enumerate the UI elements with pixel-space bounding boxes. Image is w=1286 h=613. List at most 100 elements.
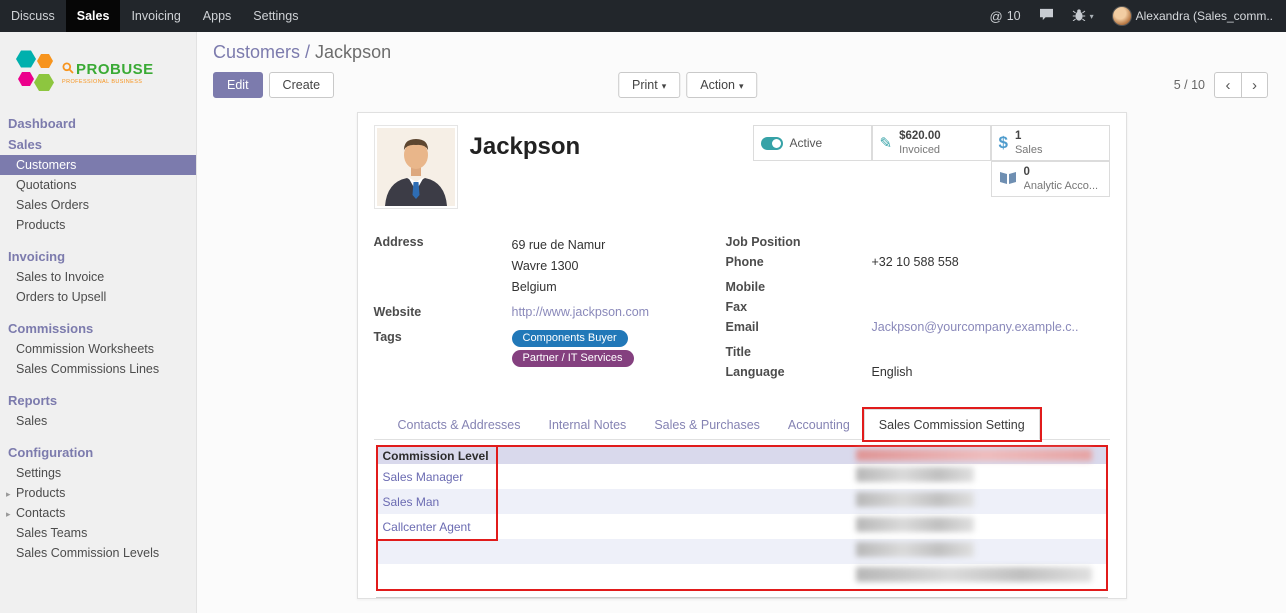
language-label: Language [726, 365, 872, 382]
sidebar-section-invoicing[interactable]: Invoicing [0, 246, 196, 267]
sidebar-item-commission-worksheets[interactable]: Commission Worksheets [0, 339, 196, 359]
form-header: Jackpson Active ✎ $620.00 Invoiced [374, 125, 1110, 209]
email-label: Email [726, 320, 872, 337]
action-label: Action [700, 78, 735, 92]
redacted-value-blur [856, 467, 974, 482]
sidebar-section-reports[interactable]: Reports [0, 390, 196, 411]
sales-stat-button[interactable]: $ 1 Sales [991, 125, 1110, 161]
sidebar-item-dashboard[interactable]: Dashboard [0, 113, 196, 134]
table-row-empty[interactable] [378, 539, 1106, 564]
address-value[interactable]: 69 rue de Namur Wavre 1300 Belgium [512, 235, 606, 297]
action-dropdown-button[interactable]: Action ▾ [686, 72, 757, 98]
analytic-count: 0 [1024, 165, 1099, 179]
website-link[interactable]: http://www.jackpson.com [512, 305, 650, 322]
chevron-right-icon: ▸ [6, 509, 16, 520]
fax-label: Fax [726, 300, 872, 317]
language-value[interactable]: English [872, 365, 913, 382]
pager-next-button[interactable]: › [1241, 72, 1268, 98]
menu-apps[interactable]: Apps [192, 0, 243, 32]
menu-sales[interactable]: Sales [66, 0, 121, 32]
tag-components-buyer[interactable]: Components Buyer [512, 330, 628, 347]
table-row-sales-manager[interactable]: Sales Manager [378, 464, 1106, 489]
notebook-tabs: Contacts & Addresses Internal Notes Sale… [374, 409, 1110, 440]
breadcrumb-separator: / [305, 42, 310, 62]
user-avatar [1112, 6, 1132, 26]
sidebar-item-customers[interactable]: Customers [0, 155, 196, 175]
print-dropdown-button[interactable]: Print▾ [618, 72, 680, 98]
invoiced-stat-button[interactable]: ✎ $620.00 Invoiced [872, 125, 991, 161]
table-row-callcenter-agent[interactable]: Callcenter Agent [378, 514, 1106, 539]
tab-sales-purchases[interactable]: Sales & Purchases [640, 410, 774, 439]
sidebar-item-orders-to-upsell[interactable]: Orders to Upsell [0, 287, 196, 307]
logo-hexagons-icon [14, 46, 56, 99]
title-label: Title [726, 345, 872, 362]
pager: ‹ › [1214, 72, 1268, 98]
sidebar-item-reports-sales[interactable]: Sales [0, 411, 196, 431]
messages-menu[interactable] [1030, 0, 1063, 32]
stat-buttons: Active ✎ $620.00 Invoiced $ 1 Sales [753, 125, 1110, 197]
tab-sales-commission-setting[interactable]: Sales Commission Setting [864, 409, 1040, 440]
menu-discuss[interactable]: Discuss [0, 0, 66, 32]
sidebar-item-label: Contacts [16, 506, 65, 520]
create-button[interactable]: Create [269, 72, 335, 98]
analytic-accounts-stat-button[interactable]: 0 Analytic Acco... [991, 161, 1110, 197]
user-menu[interactable]: Alexandra (Sales_comm.. [1103, 0, 1282, 32]
table-row-sales-man[interactable]: Sales Man [378, 489, 1106, 514]
active-stat-button[interactable]: Active [753, 125, 872, 161]
tab-accounting[interactable]: Accounting [774, 410, 864, 439]
column-header-commission-level[interactable]: Commission Level [378, 447, 856, 464]
customer-name: Jackpson [470, 133, 581, 161]
form-fields: Address 69 rue de Namur Wavre 1300 Belgi… [374, 235, 1110, 385]
customer-photo[interactable] [374, 125, 458, 209]
dollar-icon: $ [999, 133, 1008, 153]
sidebar-item-config-settings[interactable]: Settings [0, 463, 196, 483]
address-street: 69 rue de Namur [512, 238, 606, 252]
redacted-value-blur [856, 542, 974, 557]
sidebar-item-quotations[interactable]: Quotations [0, 175, 196, 195]
sidebar-section-commissions[interactable]: Commissions [0, 318, 196, 339]
probuse-logo[interactable]: PROBUSE PROFESSIONAL BUSINESS [0, 42, 196, 113]
sidebar-item-sales-commission-levels[interactable]: Sales Commission Levels [0, 543, 196, 563]
sidebar-item-sales-to-invoice[interactable]: Sales to Invoice [0, 267, 196, 287]
chevron-down-icon: ▾ [1090, 12, 1094, 21]
logo-subtitle-text: PROFESSIONAL BUSINESS [62, 79, 154, 85]
sidebar-item-sales-commissions-lines[interactable]: Sales Commissions Lines [0, 359, 196, 379]
phone-value[interactable]: +32 10 588 558 [872, 255, 959, 272]
address-label: Address [374, 235, 512, 297]
menu-settings[interactable]: Settings [242, 0, 309, 32]
main-content: Customers/Jackpson Edit Create Print▾ Ac… [197, 32, 1286, 613]
tab-contacts-addresses[interactable]: Contacts & Addresses [384, 410, 535, 439]
breadcrumb-customers-link[interactable]: Customers [213, 42, 300, 62]
sidebar-item-sales-orders[interactable]: Sales Orders [0, 195, 196, 215]
email-link[interactable]: Jackpson@yourcompany.example.c.. [872, 320, 1079, 337]
chevron-down-icon: ▾ [739, 81, 744, 91]
edit-button[interactable]: Edit [213, 72, 263, 98]
pager-counter: 5 / 10 [1174, 78, 1205, 92]
pager-previous-button[interactable]: ‹ [1214, 72, 1241, 98]
redacted-column-header-blur [856, 449, 1092, 461]
mention-count: 10 [1007, 9, 1021, 23]
logo-title-text: PROBUSE [76, 61, 154, 78]
top-navbar: Discuss Sales Invoicing Apps Settings @ … [0, 0, 1286, 32]
bug-icon [1072, 9, 1086, 24]
sidebar-section-sales[interactable]: Sales [0, 134, 196, 155]
mentions-counter[interactable]: @ 10 [980, 0, 1029, 32]
sidebar-item-products[interactable]: Products [0, 215, 196, 235]
customer-form-sheet: Jackpson Active ✎ $620.00 Invoiced [357, 112, 1127, 599]
control-panel-buttons: Edit Create Print▾ Action ▾ 5 / 10 ‹ › [213, 72, 1268, 98]
tag-partner-it-services[interactable]: Partner / IT Services [512, 350, 634, 367]
sidebar-section-configuration[interactable]: Configuration [0, 442, 196, 463]
pencil-icon: ✎ [880, 134, 893, 152]
sidebar-item-config-products[interactable]: ▸Products [0, 483, 196, 503]
menu-invoicing[interactable]: Invoicing [120, 0, 191, 32]
sidebar-item-config-contacts[interactable]: ▸Contacts [0, 503, 196, 523]
debug-menu[interactable]: ▾ [1063, 0, 1103, 32]
toggle-on-icon [761, 137, 783, 150]
tags-label: Tags [374, 330, 512, 367]
sidebar-item-sales-teams[interactable]: Sales Teams [0, 523, 196, 543]
tab-internal-notes[interactable]: Internal Notes [534, 410, 640, 439]
magnifier-icon [62, 61, 74, 78]
breadcrumb: Customers/Jackpson [213, 42, 1268, 63]
job-position-label: Job Position [726, 235, 872, 252]
invoiced-amount: $620.00 [899, 129, 941, 143]
